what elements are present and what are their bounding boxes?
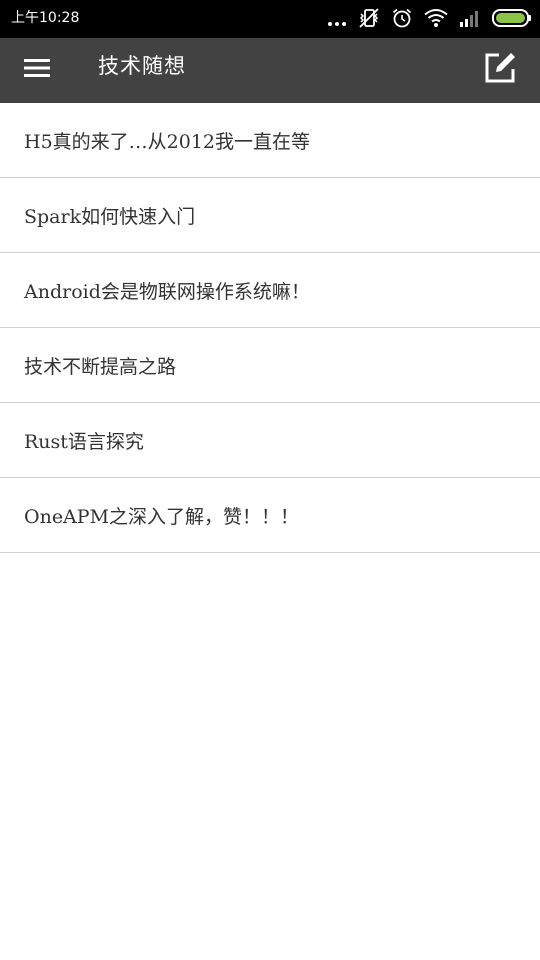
list-item-label: Spark如何快速入门 [24,205,196,228]
list-item-label: H5真的来了…从2012我一直在等 [24,130,311,153]
edit-compose-icon [482,50,518,90]
list-item-label: Android会是物联网操作系统嘛！ [24,280,310,303]
vibrate-off-icon [358,7,380,29]
status-bar: 上午10:28 [0,0,540,38]
list-item-label: OneAPM之深入了解，赞！！！ [24,505,300,528]
cell-signal-icon [459,8,481,28]
menu-button[interactable] [16,52,58,88]
list-item[interactable]: OneAPM之深入了解，赞！！！ [0,478,540,553]
list-item[interactable]: Android会是物联网操作系统嘛！ [0,253,540,328]
app-bar: 技术随想 [0,38,540,103]
list-item[interactable]: Rust语言探究 [0,403,540,478]
alarm-icon [391,7,413,29]
app-title: 技术随想 [98,54,186,78]
edit-button[interactable] [478,50,522,90]
list-item[interactable]: Spark如何快速入门 [0,178,540,253]
list-item[interactable]: 技术不断提高之路 [0,328,540,403]
list-item-label: 技术不断提高之路 [24,355,177,378]
battery-icon [492,8,532,28]
list-item-label: Rust语言探究 [24,430,144,453]
hamburger-menu-icon [23,57,51,83]
wifi-icon [424,8,448,28]
status-time: 上午10:28 [11,10,80,26]
more-dots-icon [327,7,347,29]
list-item[interactable]: H5真的来了…从2012我一直在等 [0,103,540,178]
status-icons [327,7,532,29]
article-list: H5真的来了…从2012我一直在等 Spark如何快速入门 Android会是物… [0,103,540,553]
